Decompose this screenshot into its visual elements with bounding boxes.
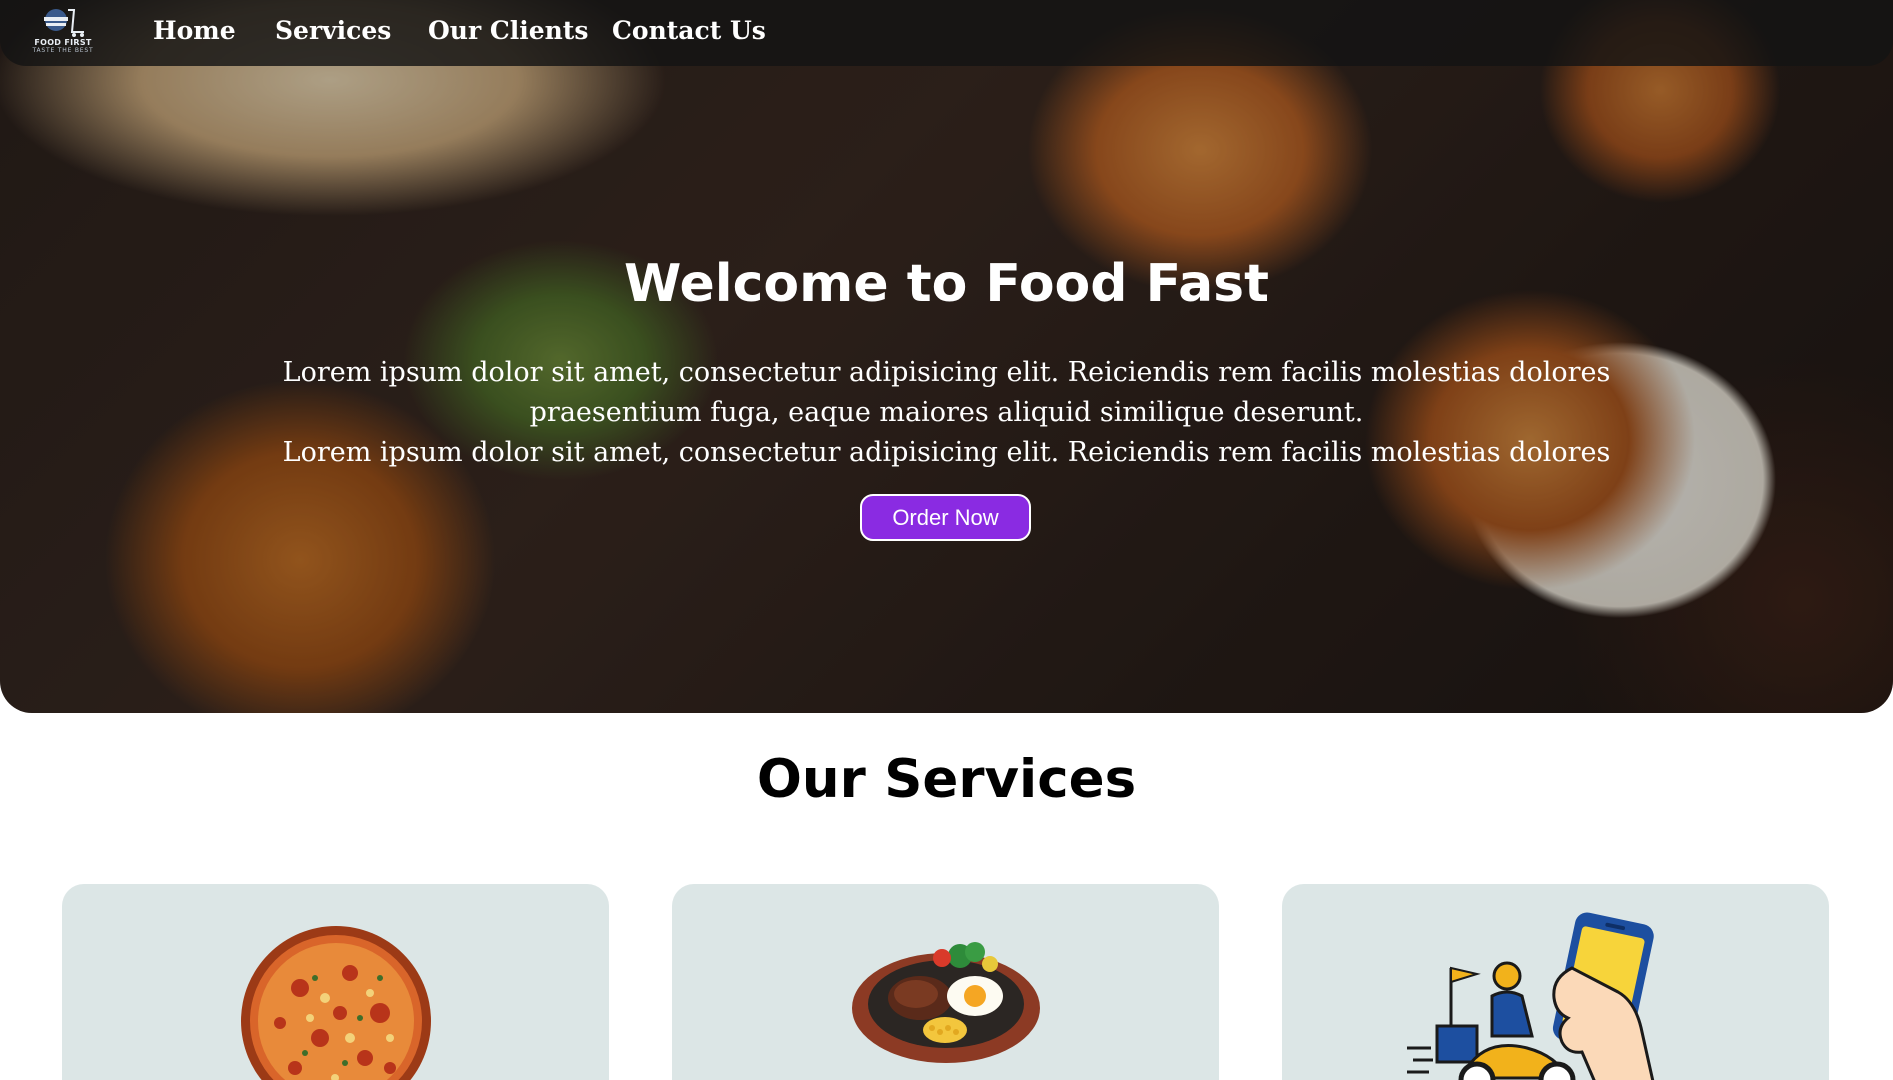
hero-section: Welcome to Food Fast Lorem ipsum dolor s… xyxy=(0,0,1893,713)
hero-title: Welcome to Food Fast xyxy=(624,254,1269,314)
service-card-delivery[interactable] xyxy=(1282,884,1829,1080)
sizzler-plate-image xyxy=(852,942,1040,1063)
order-now-button[interactable]: Order Now xyxy=(860,494,1031,541)
logo-title: FOOD FIRST xyxy=(34,38,92,47)
pizza-image xyxy=(241,926,431,1080)
nav-our-clients-link[interactable]: Our Clients xyxy=(428,16,588,46)
service-card-pizza[interactable] xyxy=(62,884,609,1080)
delivery-scooter-image xyxy=(1407,912,1655,1080)
hero-description-line-3: Lorem ipsum dolor sit amet, consectetur … xyxy=(282,437,1611,468)
hero-description-line-1: Lorem ipsum dolor sit amet, consectetur … xyxy=(282,357,1611,388)
services-heading: Our Services xyxy=(756,749,1137,810)
nav-home-link[interactable]: Home xyxy=(153,16,236,46)
nav-services-link[interactable]: Services xyxy=(275,16,391,46)
nav-contact-us-link[interactable]: Contact Us xyxy=(612,16,766,46)
logo-tagline: TASTE THE BEST xyxy=(32,47,94,54)
logo-icon xyxy=(44,9,84,37)
hero-description-line-2: praesentium fuga, eaque maiores aliquid … xyxy=(529,397,1364,428)
service-card-meals[interactable] xyxy=(672,884,1219,1080)
logo[interactable]: FOOD FIRST TASTE THE BEST xyxy=(28,6,98,60)
top-navbar: FOOD FIRST TASTE THE BEST Home Services … xyxy=(0,0,1893,66)
